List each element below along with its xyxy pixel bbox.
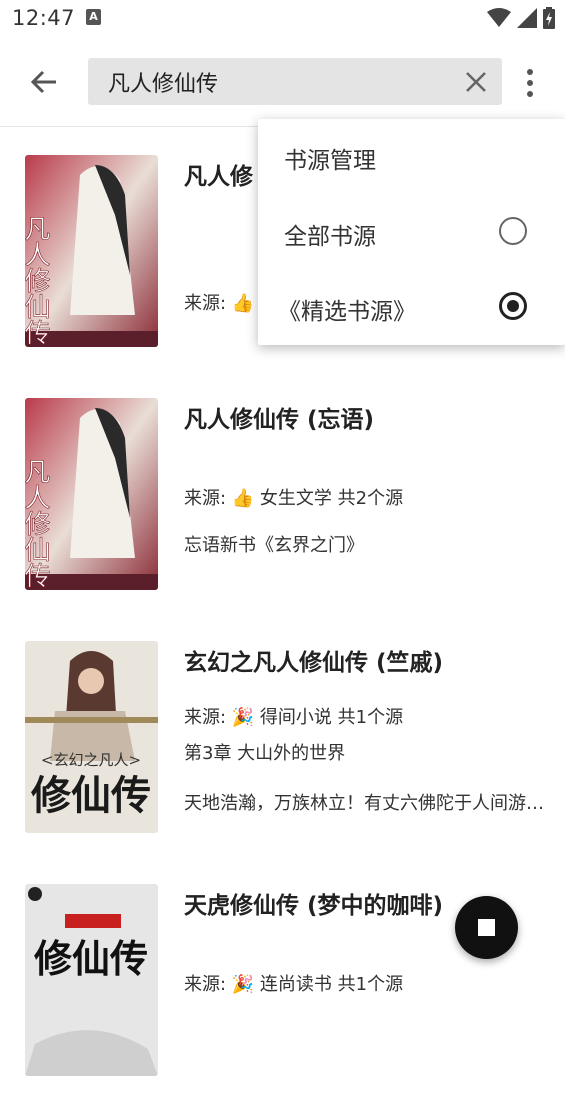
radio-unchecked-icon[interactable] xyxy=(499,217,527,245)
battery-icon xyxy=(543,7,555,29)
back-arrow-icon[interactable] xyxy=(26,64,62,100)
status-bar: 12:47 A xyxy=(0,0,565,38)
book-source: 来源: 👍 xyxy=(184,293,255,314)
svg-text:修仙传: 修仙传 xyxy=(31,772,151,819)
book-source-menu: 书源管理 全部书源 《精选书源》 xyxy=(258,119,565,345)
search-input[interactable] xyxy=(108,58,458,105)
book-title: 凡人修 xyxy=(184,164,253,190)
clear-icon[interactable] xyxy=(464,70,488,94)
menu-item-all-sources[interactable]: 全部书源 xyxy=(258,195,565,270)
search-toolbar xyxy=(0,38,565,127)
book-title: 凡人修仙传 (忘语) xyxy=(184,407,375,433)
book-cover: 修仙传 xyxy=(25,884,158,1076)
svg-text:修仙传: 修仙传 xyxy=(34,936,148,981)
radio-checked-icon[interactable] xyxy=(499,292,527,320)
result-item[interactable]: 凡人修仙传 凡人修仙传 (忘语) 来源: 👍 女生文学 共2个源 忘语新书《玄界… xyxy=(0,370,565,613)
book-cover: 凡人修仙传 xyxy=(25,398,158,590)
notification-icon: A xyxy=(86,9,101,25)
signal-icon xyxy=(517,8,537,28)
book-cover: 凡人修仙传 xyxy=(25,155,158,347)
svg-text:<玄幻之凡人>: <玄幻之凡人> xyxy=(41,751,141,769)
wifi-icon xyxy=(487,8,511,27)
menu-item-label: 全部书源 xyxy=(284,224,376,250)
menu-item-label: 《精选书源》 xyxy=(278,299,416,325)
menu-item-selected-sources[interactable]: 《精选书源》 xyxy=(258,270,565,345)
menu-item-label: 书源管理 xyxy=(284,148,376,174)
book-intro: 天地浩瀚，万族林立！有丈六佛陀于人间游走，有五爪金龙于... xyxy=(184,793,544,814)
search-box xyxy=(88,58,502,105)
stop-search-button[interactable] xyxy=(455,896,518,959)
book-cover: <玄幻之凡人> 修仙传 xyxy=(25,641,158,833)
svg-text:凡人修仙传: 凡人修仙传 xyxy=(25,215,50,345)
book-source: 来源: 🎉 连尚读书 共1个源 xyxy=(184,974,404,995)
menu-item-source-management[interactable]: 书源管理 xyxy=(258,119,565,194)
book-source: 来源: 👍 女生文学 共2个源 xyxy=(184,488,404,509)
result-item[interactable]: <玄幻之凡人> 修仙传 玄幻之凡人修仙传 (竺戚) 来源: 🎉 得间小说 共1个… xyxy=(0,613,565,856)
stop-icon xyxy=(478,919,495,936)
book-title: 玄幻之凡人修仙传 (竺戚) xyxy=(184,650,444,676)
status-time: 12:47 xyxy=(12,6,76,30)
book-source: 来源: 🎉 得间小说 共1个源 xyxy=(184,707,404,728)
svg-text:凡人修仙传: 凡人修仙传 xyxy=(25,458,50,588)
result-item[interactable]: 修仙传 天虎修仙传 (梦中的咖啡) 来源: 🎉 连尚读书 共1个源 xyxy=(0,856,565,1099)
more-options-icon[interactable] xyxy=(516,66,544,100)
book-latest-chapter: 第3章 大山外的世界 xyxy=(184,743,346,764)
book-title: 天虎修仙传 (梦中的咖啡) xyxy=(184,893,444,919)
book-latest-chapter: 忘语新书《玄界之门》 xyxy=(184,535,364,556)
